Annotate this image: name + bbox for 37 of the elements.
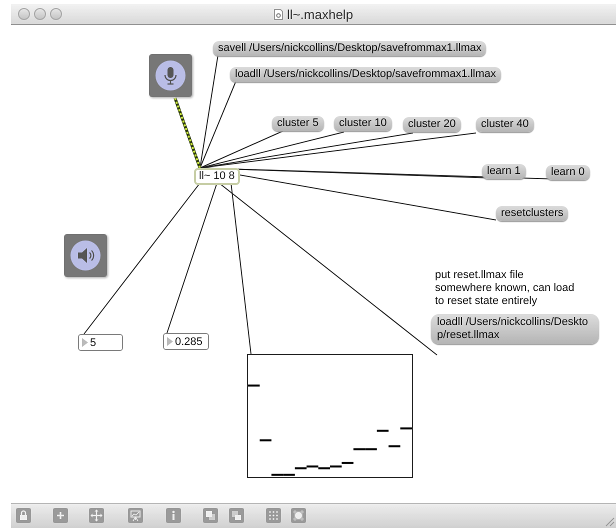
triangle-icon <box>167 337 173 346</box>
front-icon[interactable] <box>203 508 218 523</box>
message-box[interactable]: loadll /Users/nickcollins/Desktop/reset.llmax <box>431 314 599 344</box>
message-box[interactable]: cluster 40 <box>476 117 534 132</box>
add-icon[interactable] <box>53 508 68 523</box>
resize-grip-icon[interactable] <box>603 515 615 527</box>
speaker-button[interactable] <box>64 234 107 277</box>
message-box[interactable]: cluster 10 <box>334 116 392 131</box>
message-box[interactable]: loadll /Users/nickcollins/Desktop/savefrommax1.llmax <box>230 67 502 82</box>
presentation-icon[interactable] <box>128 508 143 523</box>
move-icon[interactable] <box>89 508 104 523</box>
message-box[interactable]: resetclusters <box>496 206 568 221</box>
message-box[interactable]: learn 0 <box>546 165 590 180</box>
number-box[interactable]: 0.285 <box>163 333 209 350</box>
message-box[interactable]: savell /Users/nickcollins/Desktop/savefrommax1.llmax <box>213 41 486 56</box>
back-icon[interactable] <box>229 508 244 523</box>
minimize-button[interactable] <box>34 8 46 20</box>
message-box[interactable]: cluster 20 <box>403 117 461 132</box>
close-button[interactable] <box>18 8 30 20</box>
multislider-drawing[interactable] <box>247 354 413 478</box>
lock-icon[interactable] <box>16 508 31 523</box>
triangle-icon <box>82 338 88 347</box>
document-icon <box>274 8 283 20</box>
message-box[interactable]: cluster 5 <box>272 116 324 131</box>
number-value: 0.285 <box>175 336 203 348</box>
number-value: 5 <box>90 336 96 348</box>
info-icon[interactable] <box>166 508 181 523</box>
grid-icon[interactable] <box>266 508 281 523</box>
speaker-icon <box>70 240 101 271</box>
signal-cord <box>174 98 202 168</box>
window-title: ll~.maxhelp <box>286 6 354 22</box>
comment-text: put reset.llmax file somewhere known, can load to reset state entirely <box>435 269 575 308</box>
snap-icon[interactable] <box>291 508 306 523</box>
microphone-button[interactable] <box>149 54 192 97</box>
number-box[interactable]: 5 <box>78 334 123 351</box>
microphone-icon <box>155 60 186 91</box>
zoom-button[interactable] <box>50 8 62 20</box>
